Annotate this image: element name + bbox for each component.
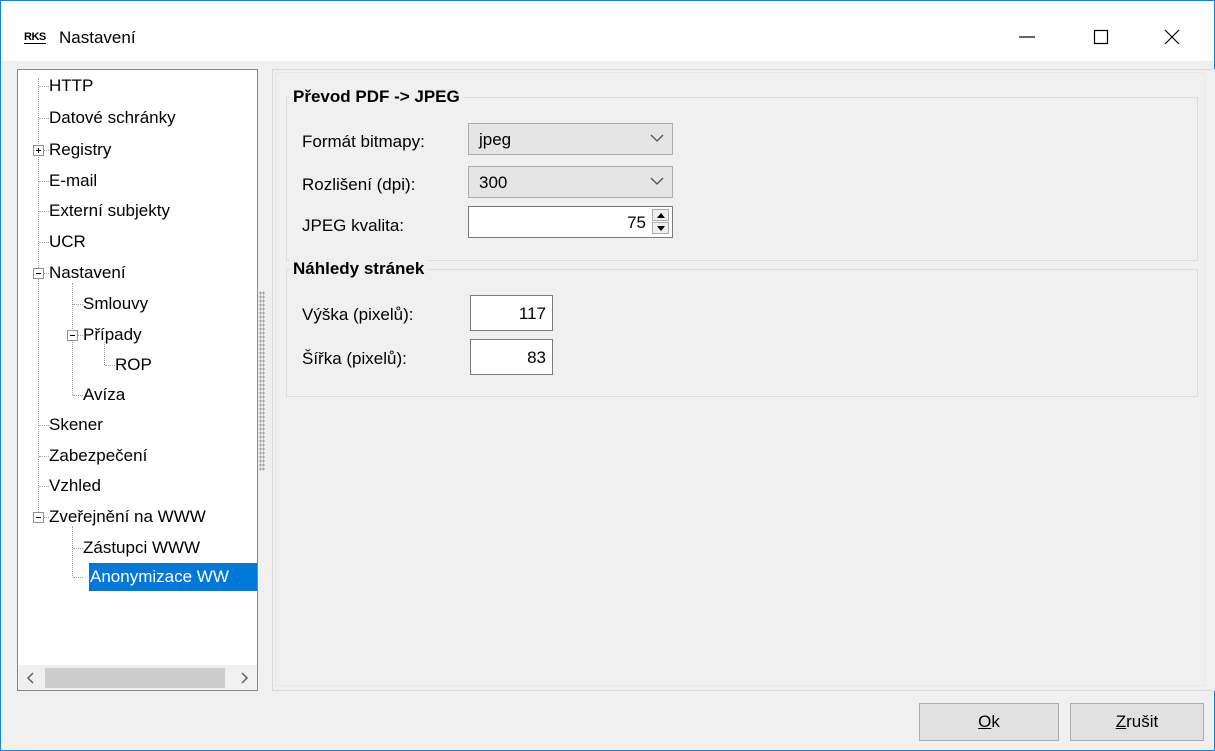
collapse-minus-icon[interactable] — [67, 330, 78, 341]
tree-item-registry[interactable]: Registry — [49, 136, 111, 164]
tree-connector — [39, 486, 49, 487]
cancel-button[interactable]: Zrušit — [1070, 703, 1204, 741]
jpeg-quality-spinner[interactable]: 75 — [468, 206, 673, 238]
tree-item-datove-schranky[interactable]: Datové schránky — [49, 104, 176, 132]
tree-item-anonymizace-www[interactable]: Anonymizace WW — [89, 563, 257, 591]
tree-item-nastaveni[interactable]: Nastavení — [49, 259, 126, 287]
arrow-down-icon — [656, 225, 665, 231]
spin-down-button[interactable] — [652, 222, 669, 234]
chevron-down-icon — [650, 177, 664, 185]
close-button[interactable] — [1149, 17, 1195, 57]
tree-item-aviza[interactable]: Avíza — [83, 381, 125, 409]
resolution-value: 300 — [479, 173, 508, 192]
jpeg-quality-value: 75 — [627, 213, 646, 232]
preview-height-label: Výška (pixelů): — [302, 305, 414, 324]
settings-window: RKS Nastavení HTTP Datové schránky Regis… — [0, 0, 1215, 751]
spinner-arrows — [652, 209, 670, 235]
tree-item-externi-subjekty[interactable]: Externí subjekty — [49, 197, 170, 225]
bitmap-format-select[interactable]: jpeg — [468, 123, 673, 155]
pdf-conversion-group-title: Převod PDF -> JPEG — [290, 87, 463, 107]
page-preview-group-title: Náhledy stránek — [290, 259, 428, 279]
minimize-button[interactable] — [1004, 17, 1050, 57]
tree-item-ucr[interactable]: UCR — [49, 228, 86, 256]
tree-item-rop[interactable]: ROP — [115, 351, 152, 379]
tree-connector — [73, 548, 83, 549]
expand-plus-icon[interactable] — [33, 145, 44, 156]
jpeg-quality-label: JPEG kvalita: — [302, 216, 405, 235]
chevron-down-icon — [650, 134, 664, 142]
tree-connector — [72, 526, 73, 576]
pdf-conversion-group — [286, 97, 1198, 261]
preview-width-input[interactable]: 83 — [470, 339, 553, 375]
bitmap-format-value: jpeg — [479, 130, 512, 149]
preview-height-value: 117 — [518, 304, 546, 323]
ok-label-rest: k — [991, 712, 1000, 731]
tree-connector — [39, 425, 49, 426]
resolution-label: Rozlišení (dpi): — [302, 175, 416, 194]
tree-item-email[interactable]: E-mail — [49, 167, 97, 195]
tree-connector — [39, 181, 49, 182]
scroll-left-button[interactable] — [18, 666, 44, 690]
tree-item-vzhled[interactable]: Vzhled — [49, 472, 101, 500]
minimize-icon — [1019, 36, 1035, 38]
tree-connector — [39, 118, 49, 119]
tree-connector — [73, 577, 83, 578]
tree-item-zastupci-www[interactable]: Zástupci WWW — [83, 534, 200, 562]
chevron-left-icon — [26, 672, 34, 684]
tree-connector — [38, 78, 39, 518]
arrow-up-icon — [656, 212, 665, 218]
tree-item-http[interactable]: HTTP — [49, 72, 93, 100]
tree-connector — [73, 395, 83, 396]
collapse-minus-icon[interactable] — [33, 512, 44, 523]
tree-connector — [73, 304, 83, 305]
cancel-label-rest: rušit — [1126, 712, 1159, 731]
title-bar[interactable]: RKS Nastavení — [1, 1, 1214, 61]
app-logo: RKS — [24, 31, 46, 44]
tree-connector — [39, 86, 49, 87]
cancel-mnemonic: Z — [1115, 712, 1127, 731]
ok-mnemonic: O — [978, 712, 992, 731]
tree-connector — [39, 456, 49, 457]
tree-item-pripady[interactable]: Případy — [83, 321, 142, 349]
tree-item-skener[interactable]: Skener — [49, 411, 103, 439]
maximize-button[interactable] — [1078, 17, 1124, 57]
scrollbar-thumb[interactable] — [45, 668, 225, 688]
chevron-right-icon — [241, 672, 249, 684]
collapse-minus-icon[interactable] — [33, 268, 44, 279]
close-icon — [1164, 29, 1180, 45]
tree-horizontal-scrollbar[interactable] — [18, 665, 257, 690]
maximize-icon — [1093, 29, 1109, 45]
panel-splitter-grip[interactable] — [256, 291, 268, 471]
scroll-right-button[interactable] — [231, 666, 257, 690]
tree-connector — [105, 365, 115, 366]
page-preview-group — [286, 269, 1198, 397]
tree-item-smlouvy[interactable]: Smlouvy — [83, 290, 148, 318]
tree-item-zverejneni-na-www[interactable]: Zveřejnění na WWW — [49, 503, 206, 531]
panel-inner-frame: Převod PDF -> JPEG Formát bitmapy: jpeg … — [275, 72, 1205, 686]
bitmap-format-label: Formát bitmapy: — [302, 132, 425, 151]
settings-tree[interactable]: HTTP Datové schránky Registry E-mail Ext… — [17, 69, 258, 691]
tree-connector — [39, 211, 49, 212]
resolution-select[interactable]: 300 — [468, 166, 673, 198]
spin-up-button[interactable] — [652, 209, 669, 221]
tree-item-zabezpeceni[interactable]: Zabezpečení — [49, 442, 147, 470]
preview-height-input[interactable]: 117 — [470, 295, 553, 331]
window-title: Nastavení — [59, 28, 136, 47]
preview-width-value: 83 — [527, 348, 546, 367]
preview-width-label: Šířka (pixelů): — [302, 349, 407, 368]
ok-button[interactable]: Ok — [919, 703, 1059, 741]
tree-connector — [39, 242, 49, 243]
settings-panel: Převod PDF -> JPEG Formát bitmapy: jpeg … — [272, 69, 1215, 691]
